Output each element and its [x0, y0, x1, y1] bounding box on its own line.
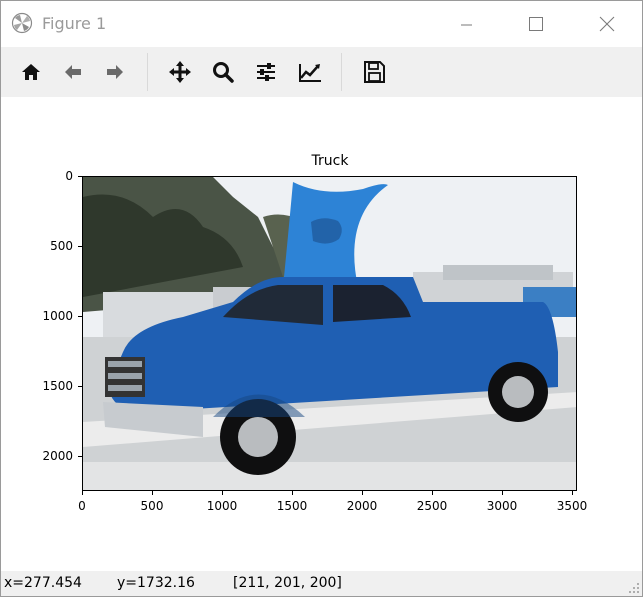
y-tick-label: 500 — [50, 239, 73, 253]
edit-axis-button[interactable] — [296, 58, 324, 86]
x-tick-mark — [572, 491, 573, 495]
plot-title: Truck — [311, 153, 349, 169]
x-tick-label: 3000 — [486, 499, 518, 513]
status-bar: x=277.454 y=1732.16 [211, 201, 200] — [1, 571, 642, 596]
floppy-disk-icon — [364, 61, 385, 83]
magnifier-icon — [213, 62, 234, 83]
minimize-icon — [461, 24, 472, 26]
x-tick-label: 0 — [78, 499, 86, 513]
y-tick-mark — [78, 386, 82, 387]
zoom-button[interactable] — [209, 58, 237, 86]
x-tick-label: 3500 — [556, 499, 588, 513]
x-tick-mark — [152, 491, 153, 495]
minimize-button[interactable] — [444, 1, 490, 47]
x-tick-mark — [432, 491, 433, 495]
x-tick-label: 500 — [140, 499, 164, 513]
pixel-value-readout: [211, 201, 200] — [233, 575, 342, 591]
y-tick-mark — [78, 176, 82, 177]
truck-photo — [83, 177, 576, 490]
x-tick-label: 1000 — [206, 499, 238, 513]
x-tick-mark — [292, 491, 293, 495]
forward-button[interactable] — [101, 58, 129, 86]
y-tick-mark — [78, 456, 82, 457]
maximize-button[interactable] — [513, 1, 559, 47]
y-tick-label: 0 — [65, 169, 73, 183]
x-tick-label: 1500 — [276, 499, 308, 513]
x-tick-mark — [82, 491, 83, 495]
matplotlib-logo-icon — [11, 12, 33, 34]
y-tick-label: 1000 — [42, 309, 73, 323]
cursor-x-readout: x=277.454 — [4, 575, 82, 591]
line-chart-icon — [299, 64, 321, 82]
close-icon — [599, 16, 615, 32]
y-tick-label: 1500 — [42, 379, 73, 393]
toolbar-separator — [341, 53, 342, 91]
x-tick-mark — [502, 491, 503, 495]
maximize-icon — [529, 17, 543, 31]
configure-subplots-button[interactable] — [252, 58, 280, 86]
figure-canvas[interactable]: Truck 0 500 1000 1500 2000 0 500 1000 15… — [1, 97, 642, 571]
y-tick-mark — [78, 246, 82, 247]
x-tick-mark — [362, 491, 363, 495]
sliders-icon — [257, 63, 275, 81]
close-button[interactable] — [584, 1, 630, 47]
arrow-left-icon — [65, 65, 81, 79]
cursor-y-readout: y=1732.16 — [117, 575, 195, 591]
toolbar-separator — [147, 53, 148, 91]
image-axes[interactable] — [82, 176, 577, 491]
y-tick-mark — [78, 316, 82, 317]
title-bar[interactable]: Figure 1 — [1, 1, 642, 47]
home-button[interactable] — [17, 58, 45, 86]
move-icon — [169, 61, 191, 83]
x-tick-label: 2000 — [346, 499, 378, 513]
back-button[interactable] — [59, 58, 87, 86]
figure-window: Figure 1 Truck 0 500 1000 1500 2000 0 50… — [0, 0, 643, 597]
save-button[interactable] — [360, 58, 388, 86]
navigation-toolbar — [1, 47, 642, 97]
y-tick-label: 2000 — [42, 449, 73, 463]
arrow-right-icon — [107, 65, 123, 79]
window-title: Figure 1 — [42, 14, 107, 33]
resize-grip-icon[interactable] — [628, 582, 640, 594]
x-tick-label: 2500 — [416, 499, 448, 513]
home-icon — [22, 64, 40, 80]
x-tick-mark — [222, 491, 223, 495]
pan-button[interactable] — [166, 58, 194, 86]
